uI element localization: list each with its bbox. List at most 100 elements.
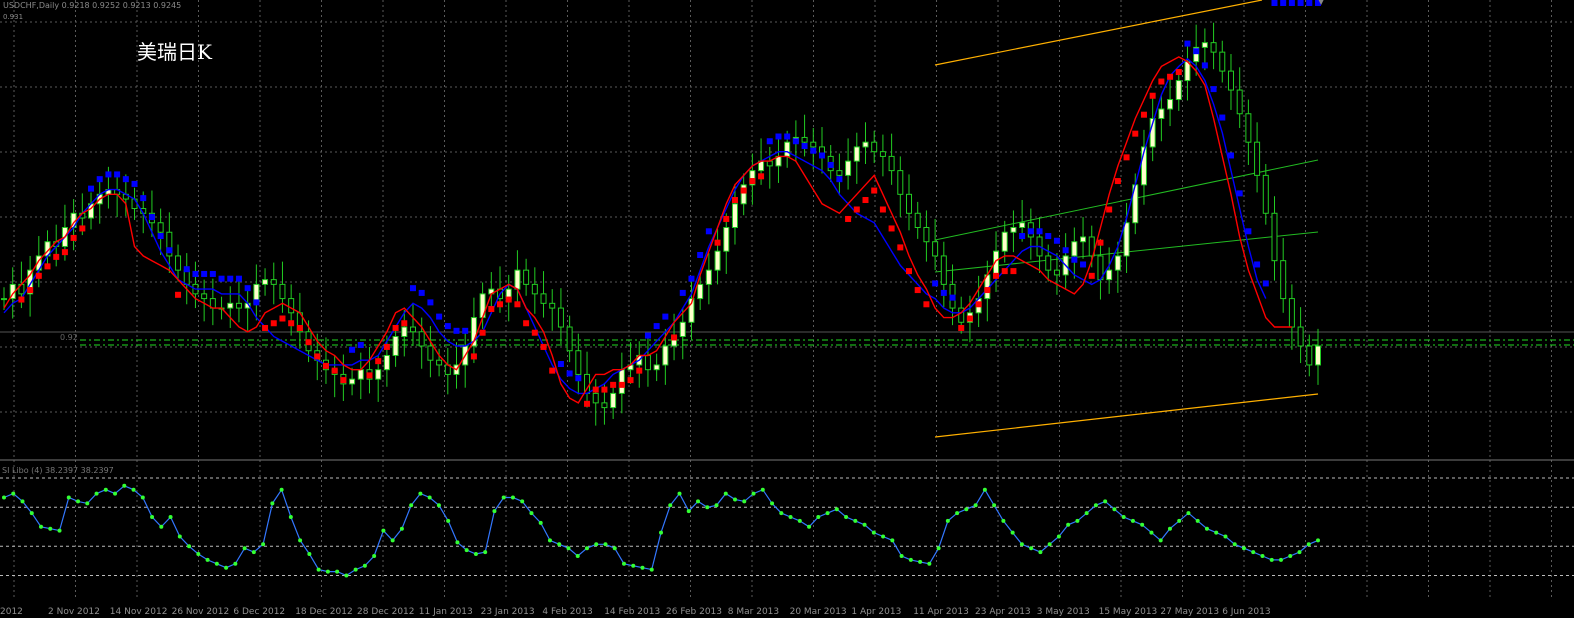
stop-dot [1140, 111, 1147, 118]
stop-dot [871, 187, 878, 194]
indicator-point [1140, 522, 1145, 527]
stop-dot [1175, 69, 1182, 76]
indicator-point [890, 538, 895, 543]
candle-body [531, 283, 538, 295]
stop-dot [140, 195, 147, 202]
indicator-point [1047, 542, 1052, 547]
stop-dot [314, 353, 321, 360]
indicator-point [29, 511, 34, 516]
candle-body [1123, 222, 1130, 257]
indicator-point [473, 552, 478, 557]
candle-body [653, 364, 660, 371]
indicator-point [399, 526, 404, 531]
x-tick-label: 6 Jun 2013 [1222, 607, 1270, 617]
indicator-point [427, 495, 432, 500]
stop-dot [601, 386, 608, 393]
indicator-point [973, 503, 978, 508]
candle-body [1254, 141, 1261, 176]
indicator-point [94, 491, 99, 496]
indicator-point [788, 515, 793, 519]
stop-dot [1288, 0, 1295, 6]
candle-body [1227, 70, 1234, 91]
indicator-point [1158, 538, 1163, 543]
indicator-point [381, 528, 386, 533]
indicator-point [1251, 550, 1256, 555]
stop-dot [296, 324, 303, 331]
candle-body [175, 255, 182, 271]
indicator-point [908, 557, 913, 562]
stop-dot [923, 301, 930, 308]
indicator-point [1038, 550, 1043, 555]
stop-dot [183, 266, 190, 273]
stop-dot [227, 275, 234, 282]
indicator-point [575, 554, 580, 558]
x-tick-label: 6 Dec 2012 [233, 607, 285, 617]
candle-body [1280, 260, 1287, 300]
stop-dot [549, 367, 556, 374]
candle-body [853, 146, 860, 162]
indicator-point [936, 546, 941, 551]
stop-dot [1114, 178, 1121, 185]
candle-body [575, 350, 582, 375]
stop-dot [505, 296, 512, 303]
x-tick-label: 26 Feb 2013 [666, 607, 722, 617]
indicator-point [1223, 534, 1228, 539]
stop-dot [392, 324, 399, 331]
candle-body [601, 402, 608, 409]
candle-body [436, 359, 443, 366]
indicator-point [11, 491, 16, 496]
stop-dot [1106, 206, 1113, 213]
stop-dot [1280, 0, 1287, 6]
candle-body [349, 378, 356, 385]
candle-body [183, 269, 190, 285]
stop-dot [470, 353, 477, 360]
x-tick-label: 23 Apr 2013 [975, 607, 1031, 617]
candle-body [279, 283, 286, 300]
candle-body [392, 336, 399, 356]
indicator-point [557, 542, 562, 547]
indicator-point [1316, 538, 1320, 543]
stop-dot [1297, 0, 1304, 6]
indicator-point [307, 552, 312, 557]
indicator-point [612, 546, 617, 551]
stop-dot [671, 334, 678, 341]
indicator-point [881, 534, 886, 539]
indicator-point [955, 511, 960, 516]
x-tick-label: 20 Mar 2013 [790, 607, 847, 617]
x-tick-label: 28 Dec 2012 [357, 607, 415, 617]
stop-dot [53, 253, 60, 260]
indicator-point [1167, 526, 1172, 531]
indicator-point [48, 526, 53, 531]
indicator-point [862, 522, 867, 527]
candle-body [801, 136, 808, 143]
candle-body [662, 345, 669, 366]
stop-dot [1019, 233, 1026, 240]
indicator-point [279, 487, 284, 492]
indicator-point [1306, 542, 1311, 547]
indicator-point [418, 491, 423, 496]
stop-dot [166, 247, 173, 254]
indicator-point [113, 491, 118, 496]
indicator-point [1195, 518, 1200, 523]
scroll-marker-icon: ▼ [1318, 0, 1325, 6]
candle-body [1, 298, 7, 301]
stop-dot [322, 362, 329, 369]
candle-body [1306, 345, 1313, 366]
indicator-point [224, 565, 229, 570]
candle-body [1019, 222, 1026, 229]
indicator-point [520, 499, 525, 504]
stop-dot [1201, 62, 1208, 69]
indicator-point [270, 501, 275, 506]
indicator-point [594, 542, 599, 547]
stop-dot [1149, 92, 1156, 99]
indicator-point [760, 487, 765, 492]
indicator-point [335, 569, 340, 574]
x-tick-label: 18 Dec 2012 [295, 607, 353, 617]
indicator-point [298, 538, 303, 543]
indicator-point [1084, 511, 1089, 516]
candle-body [1106, 269, 1113, 281]
stop-dot [1184, 40, 1191, 47]
indicator-point [57, 528, 62, 533]
indicator-point [992, 503, 997, 508]
indicator-point [649, 567, 654, 572]
